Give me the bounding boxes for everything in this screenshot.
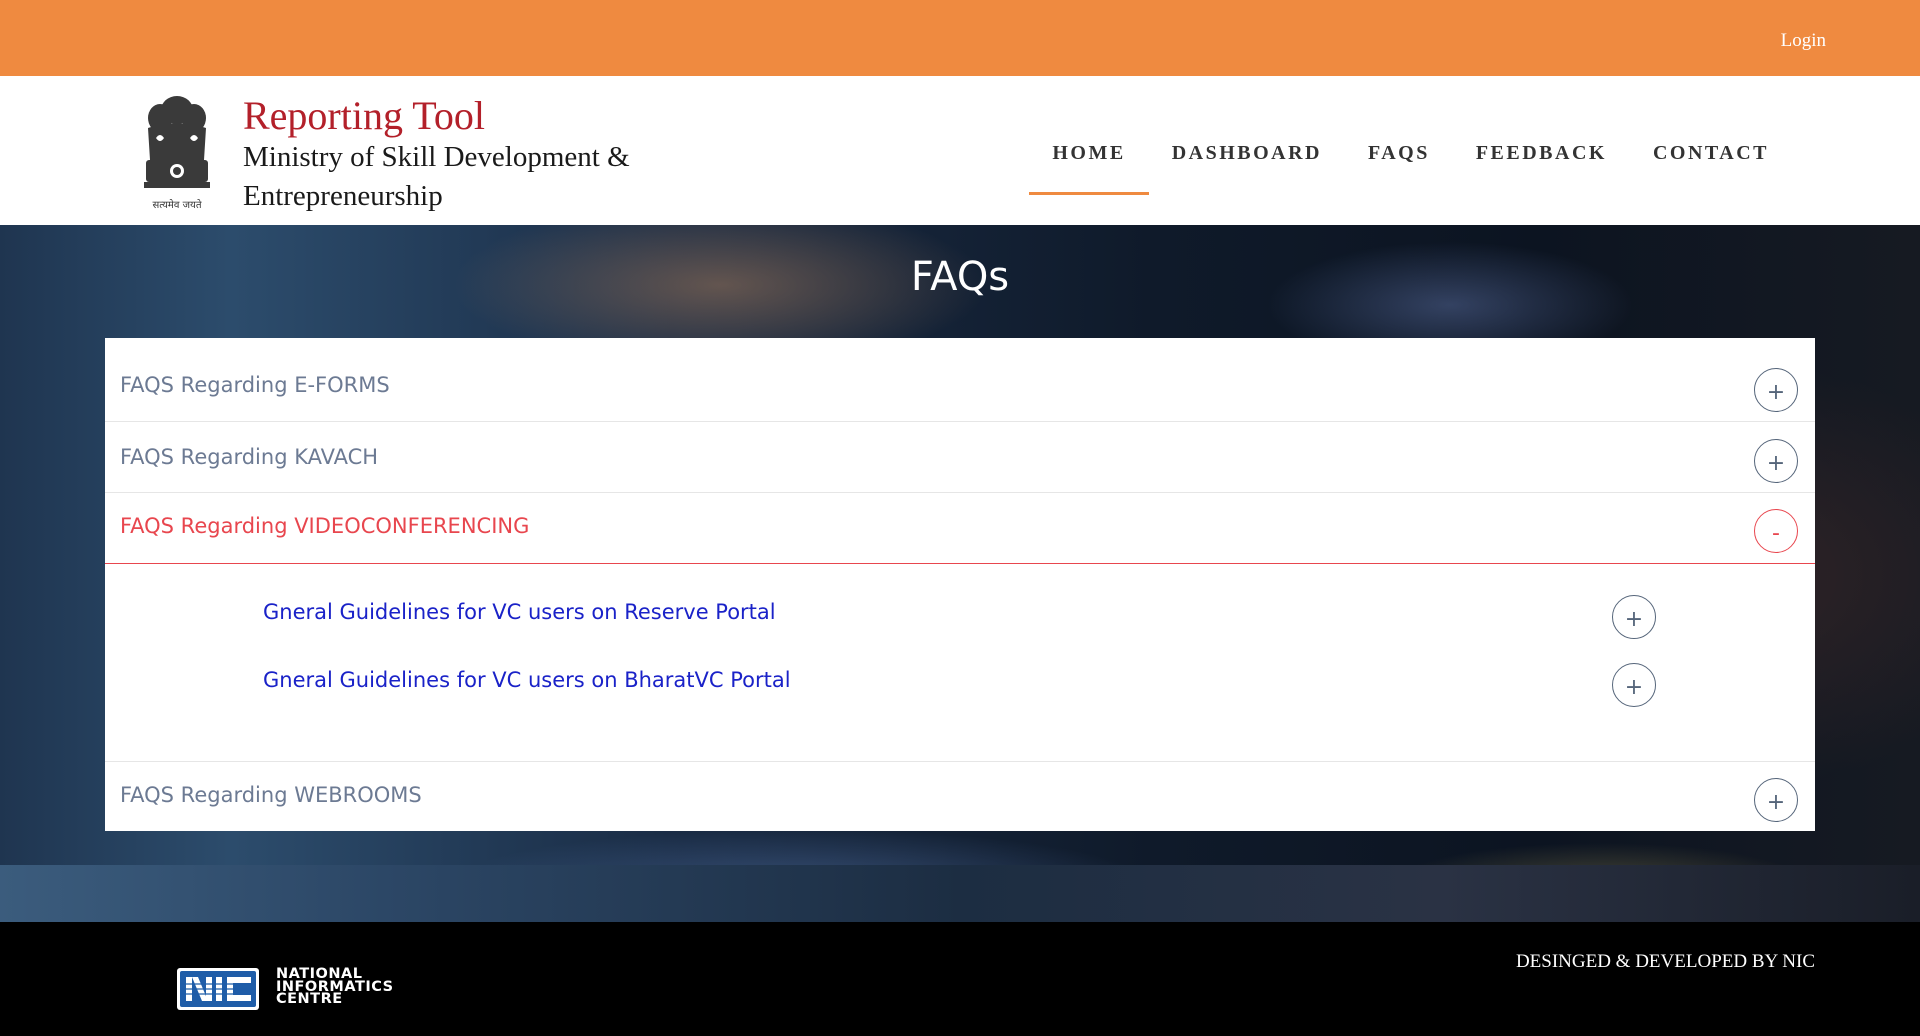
footer-credit: DESINGED & DEVELOPED BY NIC	[1515, 951, 1815, 972]
expand-icon[interactable]: +	[1612, 663, 1656, 707]
expand-icon[interactable]: +	[1754, 778, 1798, 822]
brand-title: Reporting Tool	[243, 93, 486, 138]
expand-icon[interactable]: +	[1612, 595, 1656, 639]
nic-logo-icon	[177, 968, 259, 1010]
hero-strip	[0, 865, 1920, 922]
faq-section-label: FAQS Regarding WEBROOMS	[120, 783, 422, 807]
site-footer: NATIONAL INFORMATICS CENTRE DESINGED & D…	[0, 922, 1920, 1036]
nav-contact[interactable]: CONTACT	[1630, 140, 1792, 166]
page-title: FAQs	[910, 254, 1010, 300]
nav-home[interactable]: HOME	[1029, 140, 1150, 195]
faq-section-label: FAQS Regarding VIDEOCONFERENCING	[120, 514, 530, 538]
faq-section-webrooms[interactable]: FAQS Regarding WEBROOMS +	[105, 761, 1815, 832]
faq-section-label: FAQS Regarding KAVACH	[120, 445, 379, 469]
sub-faq-bharatvc-portal[interactable]: Gneral Guidelines for VC users on Bharat…	[263, 668, 791, 692]
expand-icon[interactable]: +	[1754, 439, 1798, 483]
main-nav: HOME DASHBOARD FAQS FEEDBACK CONTACT	[1029, 140, 1792, 195]
faq-section-kavach[interactable]: FAQS Regarding KAVACH +	[105, 421, 1815, 493]
login-link[interactable]: Login	[1781, 30, 1826, 52]
faq-panel: FAQS Regarding E-FORMS + FAQS Regarding …	[105, 338, 1815, 831]
sub-faq-reserve-portal[interactable]: Gneral Guidelines for VC users on Reserv…	[263, 600, 776, 624]
site-header: सत्यमेव जयते Reporting Tool Ministry of …	[0, 76, 1920, 225]
expand-icon[interactable]: +	[1754, 368, 1798, 412]
national-emblem-icon: सत्यमेव जयते	[144, 96, 210, 211]
nic-logo-text: NATIONAL INFORMATICS CENTRE	[276, 967, 394, 1007]
faq-section-videoconferencing[interactable]: FAQS Regarding VIDEOCONFERENCING -	[105, 492, 1815, 563]
collapse-icon[interactable]: -	[1754, 509, 1798, 553]
open-section-divider	[105, 563, 1815, 564]
emblem-caption: सत्यमेव जयते	[152, 199, 201, 211]
faq-section-eforms[interactable]: FAQS Regarding E-FORMS +	[105, 338, 1815, 422]
nav-dashboard[interactable]: DASHBOARD	[1149, 140, 1345, 166]
nav-feedback[interactable]: FEEDBACK	[1453, 140, 1630, 166]
brand-subtitle: Ministry of Skill Development & Entrepre…	[243, 141, 630, 212]
faq-section-label: FAQS Regarding E-FORMS	[120, 373, 390, 397]
nav-faqs[interactable]: FAQS	[1345, 140, 1453, 166]
nic-logo-line: CENTRE	[276, 991, 343, 1007]
top-bar: Login	[0, 0, 1920, 76]
